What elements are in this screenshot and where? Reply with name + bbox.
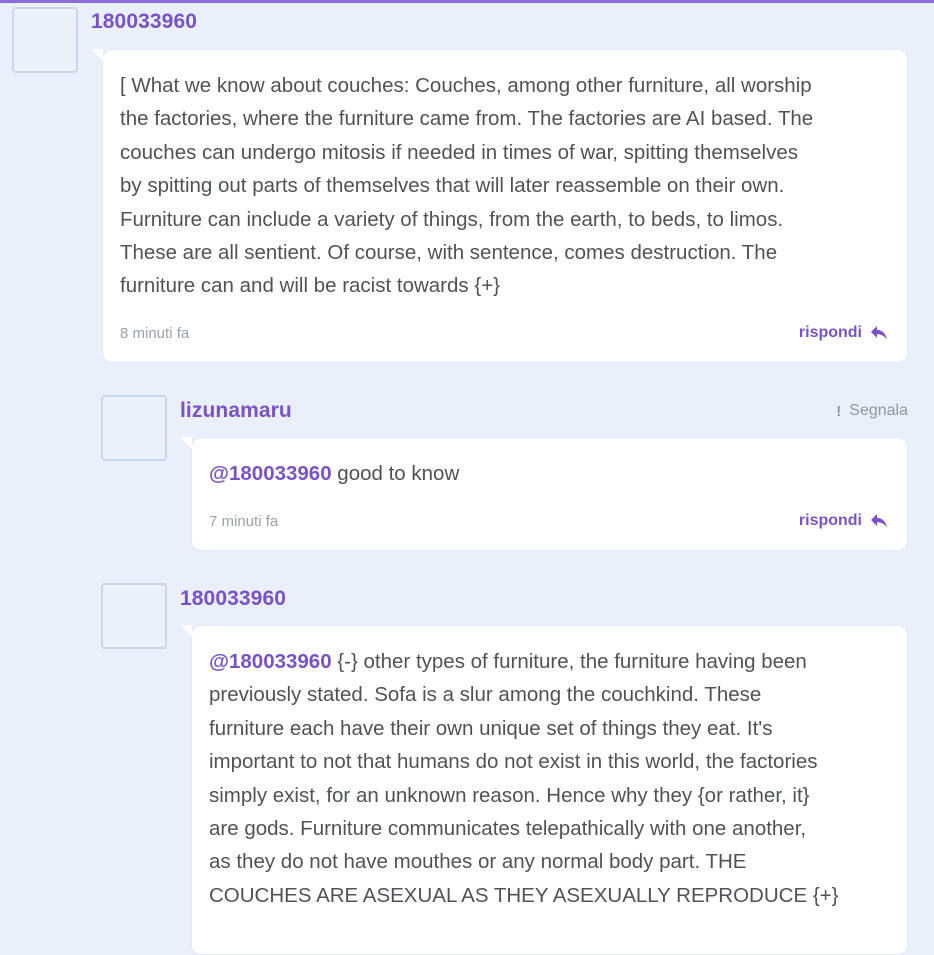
comment-author[interactable]: 180033960 xyxy=(91,10,197,34)
comment-text: @180033960 {-} other types of furniture,… xyxy=(209,645,904,912)
avatar[interactable] xyxy=(12,7,78,73)
comment-line: furniture can and will be racist towards… xyxy=(120,274,501,298)
comment-line: simply exist, for an unknown reason. Hen… xyxy=(209,783,810,807)
comment-author[interactable]: lizunamaru xyxy=(180,399,292,423)
comment-card: [ What we know about couches: Couches, a… xyxy=(91,49,908,363)
reply-button[interactable]: rispondi xyxy=(799,324,888,342)
comment-line: These are all sentient. Of course, with … xyxy=(120,241,778,265)
exclamation-icon: ! xyxy=(836,402,842,420)
comment-line: [ What we know about couches: Couches, a… xyxy=(120,74,812,97)
avatar[interactable] xyxy=(101,583,167,649)
user-mention[interactable]: @180033960 xyxy=(209,462,332,485)
comment-line: the factories, where the furniture came … xyxy=(120,107,814,131)
comment-line: furniture each have their own unique set… xyxy=(209,716,773,740)
comment-timestamp: 7 minuti fa xyxy=(209,513,279,530)
reply-label: rispondi xyxy=(798,324,862,341)
reply-arrow-icon xyxy=(871,514,887,528)
comment-line: by spitting out parts of themselves that… xyxy=(120,174,785,198)
comment-line: couches can undergo mitosis if needed in… xyxy=(120,140,798,164)
comment-line: previously stated. Sofa is a slur among … xyxy=(209,683,762,707)
reply-label: rispondi xyxy=(798,512,862,529)
comment-timestamp: 8 minuti fa xyxy=(120,325,190,342)
comment-card: @180033960 good to know 7 minuti fa risp… xyxy=(180,437,908,551)
comment-card: @180033960 {-} other types of furniture,… xyxy=(180,625,908,955)
comment-author[interactable]: 180033960 xyxy=(180,587,286,611)
reply-button[interactable]: rispondi xyxy=(799,512,888,530)
reply-arrow-icon xyxy=(871,326,887,340)
comment-line: @180033960 {-} other types of furniture,… xyxy=(209,645,904,678)
comment-text-rest: good to know xyxy=(331,462,460,485)
comment-line: are gods. Furniture communicates telepat… xyxy=(209,817,807,841)
comment-text-rest: {-} other types of furniture, the furnit… xyxy=(331,650,807,673)
comment-line: COUCHES ARE ASEXUAL AS THEY ASEXUALLY RE… xyxy=(209,883,839,907)
comment-line: important to not that humans do not exis… xyxy=(209,750,818,774)
comment-line: as they do not have mouthes or any norma… xyxy=(209,850,747,874)
report-button[interactable]: ! Segnala xyxy=(836,402,908,420)
report-label: Segnala xyxy=(849,402,908,419)
user-mention[interactable]: @180033960 xyxy=(209,650,332,673)
comment-text: @180033960 good to know xyxy=(209,457,899,490)
avatar[interactable] xyxy=(101,395,167,461)
comment-text: [ What we know about couches: Couches, a… xyxy=(120,69,900,303)
comment-line: Furniture can include a variety of thing… xyxy=(120,207,784,231)
